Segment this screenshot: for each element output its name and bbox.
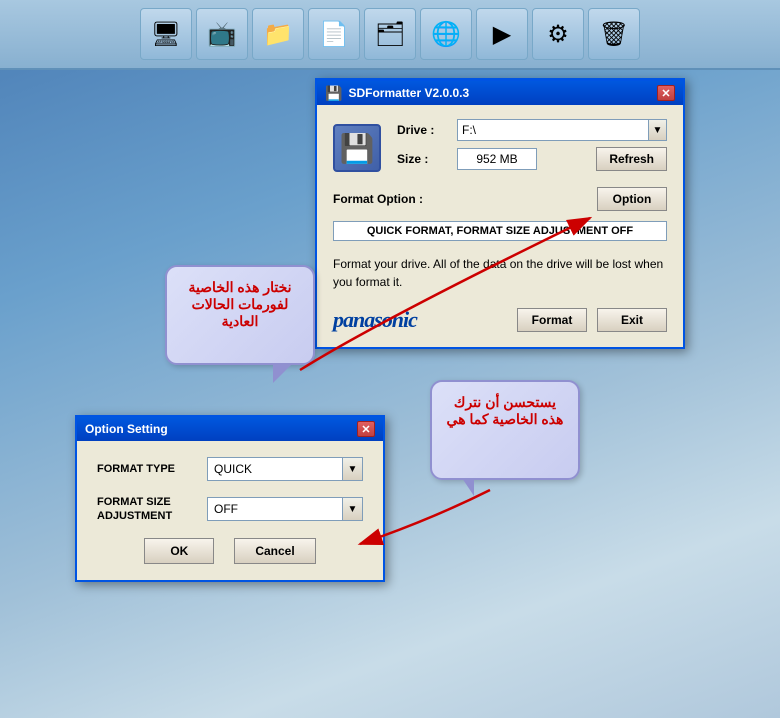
- icon-settings[interactable]: ⚙: [532, 8, 584, 60]
- icon-media[interactable]: ▶: [476, 8, 528, 60]
- icon-documents[interactable]: 📄: [308, 8, 360, 60]
- speech-bubble-left: نختار هذه الخاصية لفورمات الحالات العادي…: [165, 265, 315, 365]
- format-size-combo-arrow[interactable]: ▼: [343, 497, 363, 521]
- option-dialog-titlebar: Option Setting ✕: [77, 417, 383, 441]
- drive-field-row: Drive : F:\ ▼: [397, 119, 667, 141]
- sdformatter-dialog: 💾 SDFormatter V2.0.0.3 ✕ 💾 Drive : F:\ ▼…: [315, 78, 685, 349]
- option-dialog-title: Option Setting: [85, 422, 168, 436]
- format-type-combo-arrow[interactable]: ▼: [343, 457, 363, 481]
- icon-trash[interactable]: 🗑: [588, 8, 640, 60]
- format-size-row: FORMAT SIZEADJUSTMENT OFF ▼: [97, 495, 363, 524]
- format-option-row: Format Option : Option: [333, 187, 667, 211]
- option-body: FORMAT TYPE QUICK ▼ FORMAT SIZEADJUSTMEN…: [77, 441, 383, 580]
- format-option-label: Format Option :: [333, 192, 423, 206]
- size-label: Size :: [397, 152, 457, 166]
- ok-button[interactable]: OK: [144, 538, 214, 564]
- warning-text: Format your drive. All of the data on th…: [333, 251, 667, 295]
- option-dialog: Option Setting ✕ FORMAT TYPE QUICK ▼ FOR…: [75, 415, 385, 582]
- icon-network[interactable]: 📺: [196, 8, 248, 60]
- drive-row: 💾 Drive : F:\ ▼ Size : 952 MB Refresh: [333, 119, 667, 177]
- format-type-combo-wrap[interactable]: QUICK ▼: [207, 457, 363, 481]
- option-button[interactable]: Option: [597, 187, 667, 211]
- panasonic-logo: panasonic: [333, 307, 417, 333]
- bubble-right-text: يستحسن أن نترك هذه الخاصية كما هي: [447, 394, 564, 427]
- sdformatter-title-icon: 💾: [325, 85, 342, 102]
- icon-recycle[interactable]: 🗂: [364, 8, 416, 60]
- option-dialog-close-button[interactable]: ✕: [357, 421, 375, 437]
- sdformatter-title: SDFormatter V2.0.0.3: [348, 86, 469, 100]
- sdformatter-titlebar: 💾 SDFormatter V2.0.0.3 ✕: [317, 81, 683, 105]
- option-buttons: OK Cancel: [97, 538, 363, 564]
- refresh-button[interactable]: Refresh: [596, 147, 667, 171]
- option-display: QUICK FORMAT, FORMAT SIZE ADJUSTMENT OFF: [333, 221, 667, 241]
- size-field-row: Size : 952 MB Refresh: [397, 147, 667, 171]
- drive-combo[interactable]: F:\ ▼: [457, 119, 667, 141]
- icon-internet[interactable]: 🌐: [420, 8, 472, 60]
- format-type-row: FORMAT TYPE QUICK ▼: [97, 457, 363, 481]
- sdformatter-close-button[interactable]: ✕: [657, 85, 675, 101]
- floppy-icon: 💾: [333, 124, 381, 172]
- bubble-left-text: نختار هذه الخاصية لفورمات الحالات العادي…: [188, 279, 291, 329]
- title-left: 💾 SDFormatter V2.0.0.3: [325, 85, 469, 102]
- format-size-value: OFF: [207, 497, 343, 521]
- form-fields: Drive : F:\ ▼ Size : 952 MB Refresh: [397, 119, 667, 177]
- taskbar: 🖥 📺 📁 📄 🗂 🌐 ▶ ⚙ 🗑: [0, 0, 780, 70]
- floppy-icon-area: 💾: [333, 124, 381, 172]
- format-size-label: FORMAT SIZEADJUSTMENT: [97, 495, 207, 524]
- icon-folder[interactable]: 📁: [252, 8, 304, 60]
- format-type-value: QUICK: [207, 457, 343, 481]
- speech-bubble-right: يستحسن أن نترك هذه الخاصية كما هي: [430, 380, 580, 480]
- exit-button[interactable]: Exit: [597, 308, 667, 332]
- format-button[interactable]: Format: [517, 308, 587, 332]
- size-value: 952 MB: [457, 148, 537, 170]
- format-type-label: FORMAT TYPE: [97, 462, 207, 476]
- cancel-button[interactable]: Cancel: [234, 538, 315, 564]
- sdformatter-body: 💾 Drive : F:\ ▼ Size : 952 MB Refresh: [317, 105, 683, 347]
- format-size-combo-wrap[interactable]: OFF ▼: [207, 497, 363, 521]
- bottom-btn-row: panasonic Format Exit: [333, 307, 667, 333]
- drive-label: Drive :: [397, 123, 457, 137]
- drive-combo-arrow[interactable]: ▼: [649, 119, 667, 141]
- icon-my-computer[interactable]: 🖥: [140, 8, 192, 60]
- drive-value: F:\: [457, 119, 649, 141]
